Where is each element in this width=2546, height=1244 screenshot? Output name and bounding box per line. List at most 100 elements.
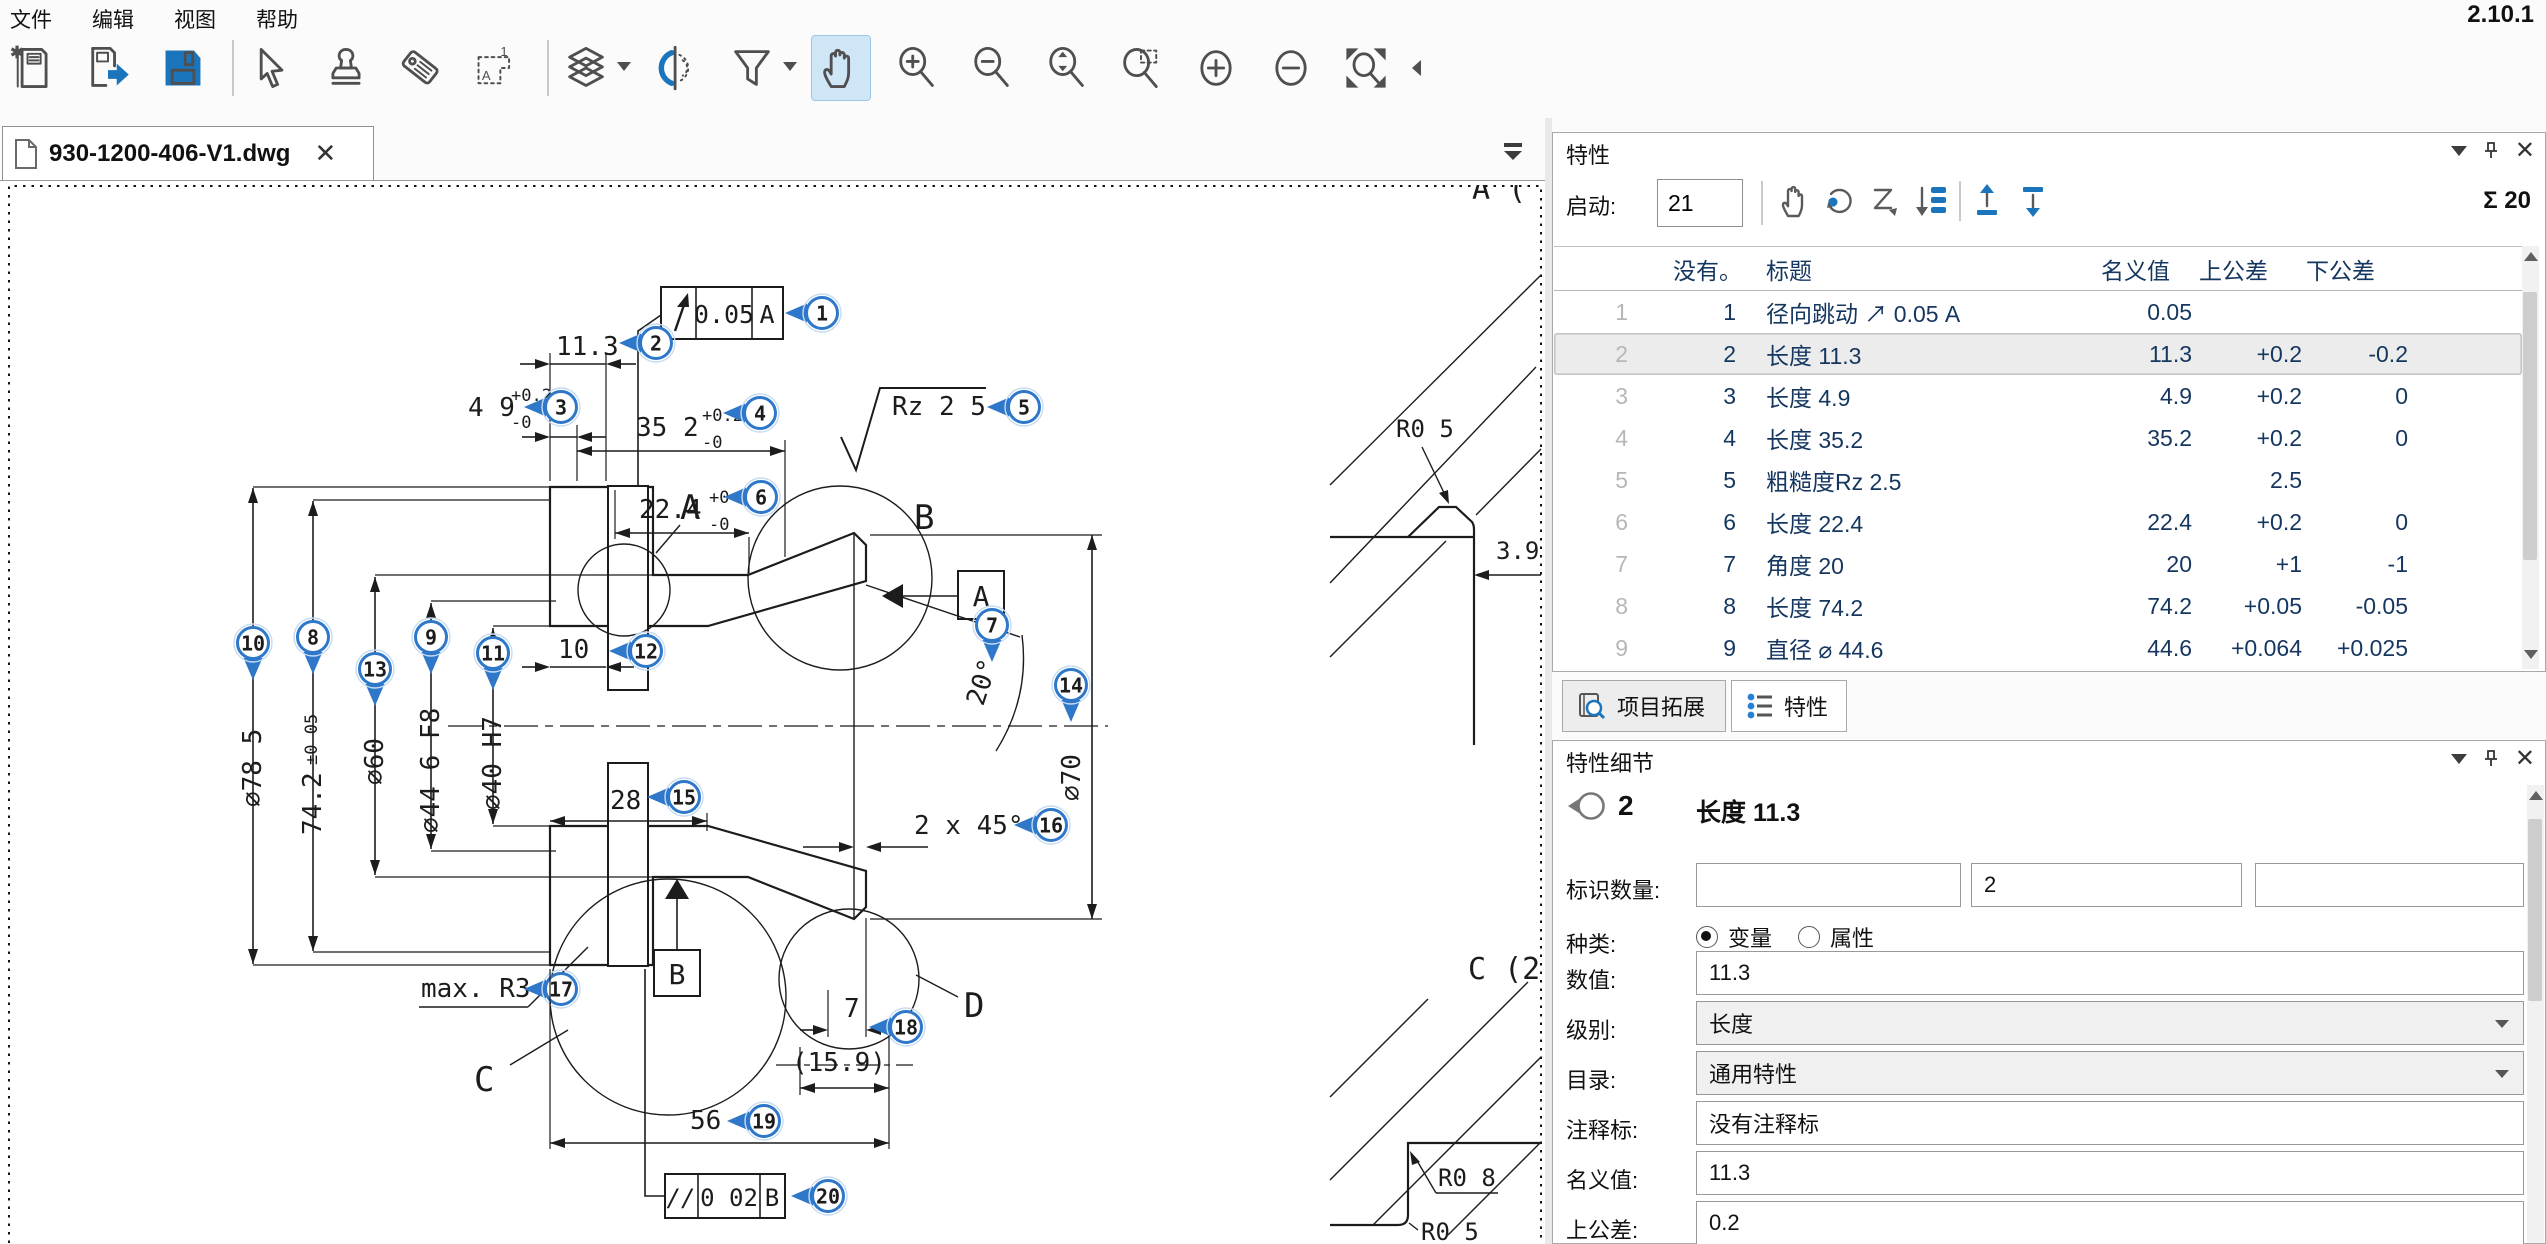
zoom-vertical-button[interactable]: [1037, 36, 1095, 100]
table-scrollbar[interactable]: [2522, 246, 2539, 669]
import-up-icon[interactable]: [1969, 182, 2007, 220]
table-row-selected[interactable]: 22长度 11.311.3+0.2-0.2: [1554, 333, 2522, 375]
table-row[interactable]: 11径向跳动 ↗ 0.05 A0.05: [1554, 291, 2522, 333]
scrollbar-thumb[interactable]: [2528, 819, 2542, 1001]
table-row[interactable]: 33长度 4.94.9+0.20: [1554, 375, 2522, 417]
scrollbar-thumb[interactable]: [2523, 292, 2537, 560]
menu-file[interactable]: 文件: [2, 2, 60, 36]
balloon-11[interactable]: 11: [474, 634, 512, 690]
balloon-10[interactable]: 10: [234, 624, 272, 680]
catalog-select-value: 通用特性: [1709, 1057, 1797, 1089]
zoom-in-button[interactable]: [887, 36, 945, 100]
table-row[interactable]: 88长度 74.274.2+0.05-0.05: [1554, 585, 2522, 627]
menu-edit[interactable]: 编辑: [84, 2, 142, 36]
start-input[interactable]: [1657, 179, 1743, 227]
radio-variable[interactable]: [1696, 926, 1718, 948]
radio-attribute[interactable]: [1798, 926, 1820, 948]
pin-icon[interactable]: [2483, 141, 2499, 161]
mirror-view-button[interactable]: [645, 36, 703, 100]
balloon-19[interactable]: 19: [727, 1102, 783, 1140]
zoom-out-button[interactable]: [962, 36, 1020, 100]
pan-tool-button[interactable]: [812, 36, 870, 100]
balloon-20[interactable]: 20: [791, 1177, 847, 1215]
layers-dropdown-arrow[interactable]: [617, 62, 631, 71]
panel-splitter[interactable]: [1545, 118, 1552, 1244]
project-expand-icon: [1577, 691, 1607, 721]
balloon-1[interactable]: 1: [785, 294, 841, 332]
radio-variable-label: 变量: [1728, 926, 1772, 951]
balloon-15[interactable]: 15: [647, 778, 703, 816]
select-tool-button[interactable]: [242, 36, 300, 100]
decrease-button[interactable]: [1262, 36, 1320, 100]
open-document-button[interactable]: [79, 36, 137, 100]
renumber-icon[interactable]: [1867, 182, 1905, 220]
filter-dropdown-arrow[interactable]: [783, 62, 797, 71]
tab-project-expand[interactable]: 项目拓展: [1562, 680, 1726, 732]
filter-icon: [728, 44, 776, 92]
tab-close-icon[interactable]: ✕: [314, 138, 336, 169]
tag-tool-button[interactable]: [392, 36, 450, 100]
class-select[interactable]: 长度: [1696, 1001, 2524, 1045]
id-count-input-1[interactable]: [1696, 863, 1961, 907]
save-button[interactable]: [154, 36, 212, 100]
detail-view-lower-right: C (2 R0 8 R0 5: [1330, 952, 1541, 1244]
technical-drawing[interactable]: A ( A B C D: [8, 185, 1543, 1244]
panel-menu-icon[interactable]: [2451, 754, 2467, 764]
detail-d-label: D: [964, 986, 984, 1026]
nominal-input[interactable]: [1696, 1151, 2524, 1195]
stamp-tool-button[interactable]: [317, 36, 375, 100]
document-tab[interactable]: 930-1200-406-V1.dwg ✕: [2, 126, 374, 180]
note-label: 注释标:: [1566, 1113, 1638, 1145]
fcf-runout[interactable]: 0.05 A: [638, 287, 783, 486]
refresh-icon[interactable]: [1821, 182, 1859, 220]
table-row[interactable]: 66长度 22.422.4+0.20: [1554, 501, 2522, 543]
table-row[interactable]: 44长度 35.235.2+0.20: [1554, 417, 2522, 459]
export-down-icon[interactable]: [2015, 182, 2053, 220]
dim-7: 7: [800, 918, 894, 1037]
filter-button[interactable]: [723, 36, 781, 100]
zoom-fit-button[interactable]: [1337, 36, 1395, 100]
menu-help[interactable]: 帮助: [248, 2, 306, 36]
tab-overflow-button[interactable]: [1498, 136, 1528, 166]
balloon-8[interactable]: 8: [294, 618, 332, 674]
catalog-select[interactable]: 通用特性: [1696, 1051, 2524, 1095]
scroll-down-arrow[interactable]: [2524, 650, 2538, 659]
sort-list-icon[interactable]: [1913, 182, 1951, 220]
panel-close-icon[interactable]: ✕: [2515, 142, 2535, 160]
table-row[interactable]: 77角度 2020+1-1: [1554, 543, 2522, 585]
zoom-window-button[interactable]: [1112, 36, 1170, 100]
pick-hand-icon[interactable]: [1775, 182, 1813, 220]
tab-characteristics[interactable]: 特性: [1731, 680, 1847, 732]
table-row[interactable]: 55粗糙度Rz 2.52.5: [1554, 459, 2522, 501]
collapse-toolbar-button[interactable]: [1405, 36, 1431, 100]
balloon-4[interactable]: 4: [723, 394, 779, 432]
balloon-14[interactable]: 14: [1052, 666, 1090, 722]
menu-view[interactable]: 视图: [166, 2, 224, 36]
value-input[interactable]: [1696, 951, 2524, 995]
note-input[interactable]: [1696, 1101, 2524, 1145]
table-header[interactable]: 没有。 标题 名义值 上公差 下公差: [1554, 247, 2522, 291]
balloon-9[interactable]: 9: [412, 618, 450, 674]
dim-chamfer: 2 x 45°: [803, 811, 1024, 852]
id-count-input-3[interactable]: [2255, 863, 2524, 907]
panel-menu-icon[interactable]: [2451, 146, 2467, 156]
table-row[interactable]: 99直径 ⌀ 44.644.6+0.064+0.025: [1554, 627, 2522, 669]
open-document-icon: [84, 44, 132, 92]
new-document-button[interactable]: ✱: [4, 36, 62, 100]
upper-tol-input[interactable]: [1696, 1201, 2524, 1244]
increase-button[interactable]: [1187, 36, 1245, 100]
balloon-6[interactable]: 6: [724, 478, 780, 516]
capture-region-button[interactable]: 1 A: [467, 36, 525, 100]
panel-close-icon[interactable]: ✕: [2515, 750, 2535, 768]
zoom-vertical-icon: [1042, 44, 1090, 92]
scroll-up-arrow[interactable]: [2529, 791, 2543, 800]
balloon-5[interactable]: 5: [987, 388, 1043, 426]
id-count-input-2[interactable]: [1971, 863, 2242, 907]
balloon-18[interactable]: 18: [869, 1008, 925, 1046]
pin-icon[interactable]: [2483, 749, 2499, 769]
scroll-up-arrow[interactable]: [2524, 252, 2538, 261]
details-scrollbar[interactable]: [2527, 785, 2544, 1243]
fcf-parallelism[interactable]: // 0 02 B: [645, 969, 785, 1218]
layers-button[interactable]: [557, 36, 615, 100]
balloon-13[interactable]: 13: [356, 650, 394, 706]
